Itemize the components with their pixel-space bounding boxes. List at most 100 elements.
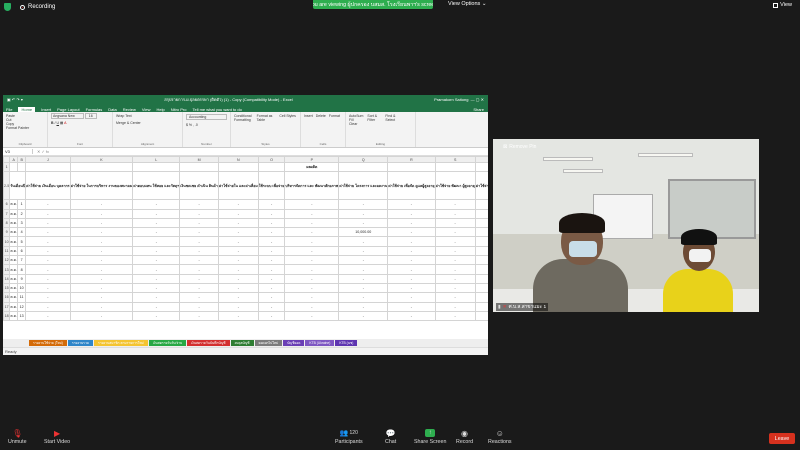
cell-date[interactable]: ต.ค.	[9, 282, 19, 294]
reactions-button[interactable]: ☺ Reactions	[488, 429, 512, 446]
cell-empty[interactable]: -	[179, 264, 219, 275]
cell-empty[interactable]: -	[338, 199, 389, 210]
cell-empty[interactable]: -	[474, 264, 488, 275]
table-row[interactable]: 9ต.ค.4-------10,000.00----------	[3, 227, 488, 238]
cell-date[interactable]: ต.ค.	[9, 208, 19, 219]
cell-empty[interactable]: -	[179, 236, 219, 247]
cell-empty[interactable]: -	[132, 301, 181, 312]
cell-date[interactable]: ต.ค.	[9, 310, 19, 322]
cell-empty[interactable]: -	[387, 282, 436, 294]
cell-day[interactable]: 5	[17, 236, 27, 247]
cell-date[interactable]: ต.ค.	[9, 236, 19, 247]
cell-empty[interactable]: -	[25, 310, 71, 322]
cell-empty[interactable]: -	[284, 310, 340, 322]
cell-empty[interactable]: -	[132, 282, 181, 294]
formula-bar[interactable]: V3 ✕ ✓ fx	[3, 148, 488, 156]
cell-empty[interactable]: -	[434, 273, 476, 284]
find-select-button[interactable]: Find & Select	[385, 114, 399, 145]
participants-button[interactable]: 👥 120 Participants	[335, 429, 363, 445]
cell-empty[interactable]: -	[69, 227, 134, 238]
cell-empty[interactable]: -	[132, 227, 181, 238]
name-box[interactable]: V3	[3, 149, 33, 154]
cell-empty[interactable]: -	[257, 217, 286, 229]
cell-empty[interactable]: -	[387, 264, 436, 275]
cell-empty[interactable]: -	[132, 245, 181, 257]
cell-day[interactable]: 11	[17, 292, 27, 303]
sort-filter-button[interactable]: Sort & Filter	[367, 114, 381, 145]
unmute-button[interactable]: 🎙 Unmute	[8, 429, 27, 446]
cell-date[interactable]: ต.ค.	[9, 245, 19, 257]
cell-empty[interactable]: -	[217, 301, 259, 312]
cell-empty[interactable]: -	[179, 310, 219, 322]
number-buttons[interactable]: $ % , .0	[186, 123, 227, 127]
cell-empty[interactable]: -	[434, 264, 476, 275]
window-controls[interactable]: — ▢ ✕	[468, 97, 484, 102]
cell-empty[interactable]: -	[179, 217, 219, 229]
cell-empty[interactable]: -	[257, 301, 286, 312]
table-row[interactable]: 10ต.ค.5------------------	[3, 236, 488, 247]
cell-empty[interactable]: -	[217, 208, 259, 219]
cell-grid[interactable]: ABJKLMNOPQRSTUVWXYZAA1ผลผลิตบัญชีเงินฝาก…	[3, 156, 488, 322]
cell-empty[interactable]: -	[338, 255, 389, 266]
cell-empty[interactable]: -	[257, 310, 286, 322]
cell-empty[interactable]: -	[284, 208, 340, 219]
cell-empty[interactable]: -	[179, 273, 219, 284]
cell-empty[interactable]: -	[179, 255, 219, 266]
cell-day[interactable]: 4	[17, 227, 27, 238]
cell-empty[interactable]: -	[132, 208, 181, 219]
cell-day[interactable]: 9	[17, 273, 27, 284]
sheet-tab[interactable]: เงินสดรายวันรับ/จ่าย	[148, 340, 187, 346]
sheet-tab[interactable]: KTB (Ukraine)	[305, 340, 335, 346]
cell-empty[interactable]: -	[69, 255, 134, 266]
cell-empty[interactable]: -	[25, 282, 71, 294]
cell-empty[interactable]: -	[217, 264, 259, 275]
cell-empty[interactable]: -	[434, 245, 476, 257]
cell-empty[interactable]: -	[69, 292, 134, 303]
cell-day[interactable]: 7	[17, 255, 27, 266]
cell-empty[interactable]: -	[474, 310, 488, 322]
cell-empty[interactable]: -	[132, 310, 181, 322]
cell-empty[interactable]: -	[132, 273, 181, 284]
cell-empty[interactable]: -	[25, 273, 71, 284]
cell-empty[interactable]: -	[338, 273, 389, 284]
cell-empty[interactable]: -	[387, 255, 436, 266]
recording-indicator[interactable]: Recording	[4, 3, 55, 11]
cell-empty[interactable]: -	[387, 208, 436, 219]
cell-empty[interactable]: -	[179, 245, 219, 257]
cell-day[interactable]: 12	[17, 301, 27, 312]
cell-date[interactable]: ต.ค.	[9, 273, 19, 284]
table-row[interactable]: 15ต.ค.10------------------	[3, 282, 488, 294]
cell-empty[interactable]: -	[69, 264, 134, 275]
cell-day[interactable]: 8	[17, 264, 27, 275]
cell-empty[interactable]: -	[257, 199, 286, 210]
cell-empty[interactable]: -	[179, 292, 219, 303]
cell-empty[interactable]: -	[338, 245, 389, 257]
cell-empty[interactable]: -	[474, 282, 488, 294]
cell-empty[interactable]: -	[474, 236, 488, 247]
cell-empty[interactable]: -	[69, 273, 134, 284]
sheet-tab[interactable]: รายงานสมาชิก ตามรายการใหม่	[93, 340, 148, 346]
cell-empty[interactable]: -	[434, 217, 476, 229]
cell-empty[interactable]: -	[179, 227, 219, 238]
merge-center-button[interactable]: Merge & Center	[116, 121, 179, 125]
cell-empty[interactable]: -	[387, 199, 436, 210]
cell-empty[interactable]: -	[338, 301, 389, 312]
cell-empty[interactable]: -	[474, 301, 488, 312]
cell-empty[interactable]: -	[25, 208, 71, 219]
cell-empty[interactable]: -	[69, 199, 134, 210]
leave-button[interactable]: Leave	[769, 433, 795, 444]
sheet-tab[interactable]: เงินสดรายวันบันทึกบัญชี	[187, 340, 230, 346]
sheet-tab[interactable]: KTB (นช)	[335, 340, 358, 346]
cell-empty[interactable]: -	[338, 292, 389, 303]
cell-empty[interactable]: -	[474, 217, 488, 229]
cell-date[interactable]: ต.ค.	[9, 301, 19, 312]
cell-empty[interactable]: -	[434, 199, 476, 210]
cell-empty[interactable]: -	[387, 301, 436, 312]
format-cells-button[interactable]: Format	[329, 114, 340, 145]
table-row[interactable]: 16ต.ค.11------------------	[3, 292, 488, 303]
pinned-video[interactable]	[493, 139, 759, 312]
cell-empty[interactable]: -	[217, 255, 259, 266]
table-row[interactable]: 18ต.ค.13------------------	[3, 310, 488, 322]
cell-empty[interactable]: -	[132, 255, 181, 266]
cell-empty[interactable]: -	[25, 217, 71, 229]
